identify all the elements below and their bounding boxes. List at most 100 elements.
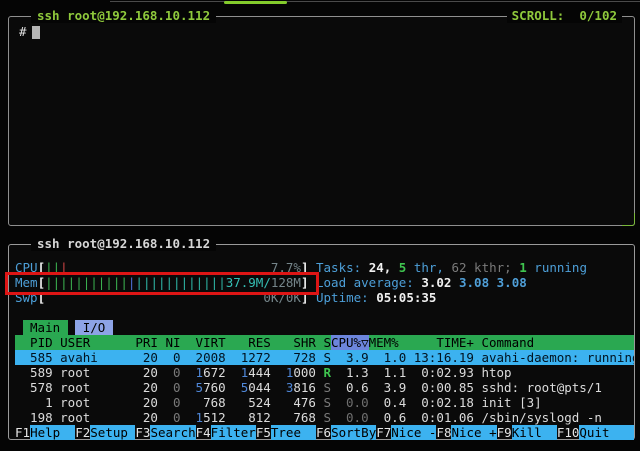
cell-mem: 3.9 xyxy=(369,380,407,395)
f9-kill-button[interactable]: Kill xyxy=(512,425,557,440)
cell-shr: 768 xyxy=(271,410,316,425)
cell-state: R xyxy=(316,365,331,380)
terminal-screen: ssh root@192.168.10.112 SCROLL: 0/102 # … xyxy=(0,0,640,451)
shell-prompt[interactable]: # xyxy=(19,24,40,39)
cell-virt: 1512 xyxy=(181,410,226,425)
cell-ni: 0 xyxy=(158,350,181,365)
cell-shr: 1000 xyxy=(271,365,316,380)
ssh-pane-top[interactable]: ssh root@192.168.10.112 SCROLL: 0/102 # xyxy=(8,16,635,226)
f10-key[interactable]: F10 xyxy=(557,425,580,440)
cell-pid: 198 xyxy=(15,410,53,425)
cell-ni: 0 xyxy=(158,395,181,410)
f7-nice-minus-button[interactable]: Nice - xyxy=(391,425,436,440)
f9-key[interactable]: F9 xyxy=(497,425,512,440)
mem-meter: ||||||||||||||||||||||||||37.9M/128M xyxy=(45,275,301,290)
process-table-header: PID USER PRI NI VIRT RES SHR S CPU%▽ MEM… xyxy=(15,335,634,350)
header-shr[interactable]: SHR xyxy=(271,335,316,350)
cell-cpu: 0.0 xyxy=(331,395,369,410)
header-command[interactable]: Command xyxy=(481,335,634,350)
cell-virt: 2008 xyxy=(181,350,226,365)
header-state[interactable]: S xyxy=(316,335,331,350)
f2-key[interactable]: F2 xyxy=(75,425,90,440)
header-pid[interactable]: PID xyxy=(15,335,53,350)
swp-meter-label: Swp xyxy=(15,290,38,305)
cell-command: htop xyxy=(481,365,634,380)
cell-time: 0:01.06 xyxy=(406,410,474,425)
screen-tabs: Main I/O xyxy=(15,320,634,335)
f4-filter-button[interactable]: Filter xyxy=(211,425,256,440)
cell-ni: 0 xyxy=(158,380,181,395)
cell-pid: 589 xyxy=(15,365,53,380)
cell-command: sshd: root@pts/1 xyxy=(481,380,634,395)
f5-tree-button[interactable]: Tree xyxy=(271,425,316,440)
f10-quit-button[interactable]: Quit xyxy=(579,425,634,440)
cell-command: /sbin/syslogd -n xyxy=(481,410,634,425)
table-row-selected[interactable]: 585 avahi 20 0 2008 1272 728 S 3.9 1.0 1… xyxy=(15,350,634,365)
f6-sortby-button[interactable]: SortBy xyxy=(331,425,376,440)
cell-mem: 0.6 xyxy=(369,410,407,425)
cell-pri: 20 xyxy=(128,410,158,425)
header-cpu-sort[interactable]: CPU%▽ xyxy=(331,335,369,350)
table-row[interactable]: 578 root 20 0 5760 5044 3816 S 0.6 3.9 0… xyxy=(15,380,634,395)
tasks-summary: Tasks: 24, 5 thr, 62 kthr; 1 running xyxy=(316,260,587,275)
function-key-bar: F1HelpF2SetupF3SearchF4FilterF5TreeF6Sor… xyxy=(15,425,634,440)
header-virt[interactable]: VIRT xyxy=(181,335,226,350)
cell-cpu: 1.3 xyxy=(331,365,369,380)
tab-io[interactable]: I/O xyxy=(75,320,113,335)
f6-key[interactable]: F6 xyxy=(316,425,331,440)
f1-help-button[interactable]: Help xyxy=(30,425,75,440)
pane-border-accent xyxy=(622,213,635,226)
cell-shr: 476 xyxy=(271,395,316,410)
cell-time: 0:00.85 xyxy=(406,380,474,395)
cell-cpu: 0.6 xyxy=(331,380,369,395)
header-user[interactable]: USER xyxy=(60,335,128,350)
header-res[interactable]: RES xyxy=(226,335,271,350)
cpu-meter-label: CPU xyxy=(15,260,38,275)
header-ni[interactable]: NI xyxy=(158,335,181,350)
top-overlay-progress xyxy=(224,1,287,4)
cell-ni: 0 xyxy=(158,365,181,380)
cell-pri: 20 xyxy=(128,365,158,380)
top-overlay-line xyxy=(110,1,640,2)
cell-mem: 1.0 xyxy=(369,350,407,365)
blank-line xyxy=(15,305,634,320)
cell-state: S xyxy=(316,350,331,365)
text-cursor xyxy=(32,26,40,39)
f7-key[interactable]: F7 xyxy=(376,425,391,440)
f1-key[interactable]: F1 xyxy=(15,425,30,440)
cell-user: root xyxy=(60,410,128,425)
cpu-meter-row: CPU[|||7.7%] Tasks: 24, 5 thr, 62 kthr; … xyxy=(15,260,634,275)
cell-shr: 3816 xyxy=(271,380,316,395)
cell-virt: 5760 xyxy=(181,380,226,395)
cell-time: 0:02.93 xyxy=(406,365,474,380)
f8-nice-plus-button[interactable]: Nice + xyxy=(451,425,496,440)
htop-app: CPU[|||7.7%] Tasks: 24, 5 thr, 62 kthr; … xyxy=(9,245,634,440)
cpu-meter: |||7.7% xyxy=(45,260,301,275)
cell-pri: 20 xyxy=(128,350,158,365)
table-row[interactable]: 1 root 20 0 768 524 476 S 0.0 0.4 0:02.1… xyxy=(15,395,634,410)
f4-key[interactable]: F4 xyxy=(196,425,211,440)
table-row[interactable]: 589 root 20 0 1672 1444 1000 R 1.3 1.1 0… xyxy=(15,365,634,380)
cell-user: root xyxy=(60,365,128,380)
f5-key[interactable]: F5 xyxy=(256,425,271,440)
cell-mem: 1.1 xyxy=(369,365,407,380)
cell-user: avahi xyxy=(60,350,128,365)
cell-pid: 1 xyxy=(15,395,53,410)
cell-mem: 0.4 xyxy=(369,395,407,410)
f3-key[interactable]: F3 xyxy=(135,425,150,440)
header-mem[interactable]: MEM% xyxy=(369,335,407,350)
header-pri[interactable]: PRI xyxy=(128,335,158,350)
f3-search-button[interactable]: Search xyxy=(150,425,195,440)
tab-main[interactable]: Main xyxy=(23,320,68,335)
blank-line xyxy=(15,245,634,260)
cell-cpu: 3.9 xyxy=(331,350,369,365)
header-time[interactable]: TIME+ xyxy=(406,335,474,350)
cell-virt: 768 xyxy=(181,395,226,410)
cell-ni: 0 xyxy=(158,410,181,425)
cell-command: avahi-daemon: running xyxy=(481,350,634,365)
table-row[interactable]: 198 root 20 0 1512 812 768 S 0.0 0.6 0:0… xyxy=(15,410,634,425)
f2-setup-button[interactable]: Setup xyxy=(90,425,135,440)
f8-key[interactable]: F8 xyxy=(436,425,451,440)
cell-res: 5044 xyxy=(226,380,271,395)
ssh-pane-bottom[interactable]: ssh root@192.168.10.112 CPU[|||7.7%] Tas… xyxy=(8,244,635,440)
